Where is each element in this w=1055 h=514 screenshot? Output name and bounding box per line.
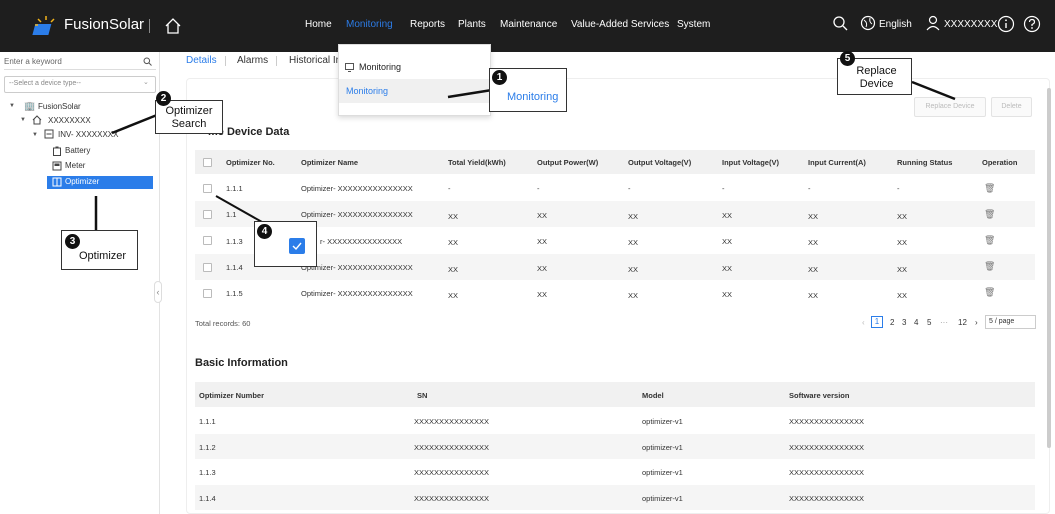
callout-number: 4 [257,224,272,239]
callout-number: 5 [840,51,855,66]
callout-text: Monitoring [507,91,559,103]
callout-number: 3 [65,234,80,249]
callout-2-line [111,113,158,135]
callout-text: Optimizer [165,105,213,117]
callout-number: 1 [492,70,507,85]
callout-text: Device [859,78,894,90]
callout-number: 2 [156,91,171,106]
callout-text: Optimizer [79,250,127,262]
callout-1-line [447,88,493,99]
checked-checkbox-icon [289,238,305,254]
callout-text: Search [171,118,207,130]
callout-4-line [215,195,263,223]
callout-text: Replace [856,65,897,77]
callout-5-line [911,80,956,101]
